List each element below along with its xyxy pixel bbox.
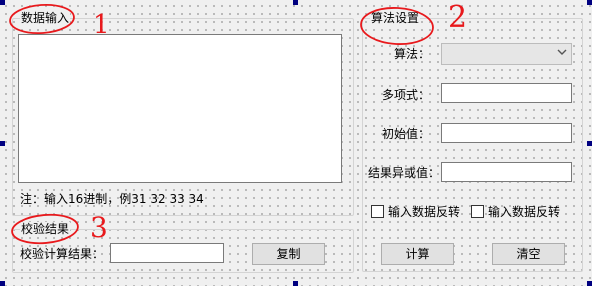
- input-hint: 注：输入16进制，例31 32 33 34: [20, 192, 204, 206]
- selection-handle-top-left[interactable]: [0, 0, 5, 5]
- init-value-input[interactable]: [441, 123, 572, 143]
- selection-handle-mid-left[interactable]: [0, 141, 5, 146]
- selection-handle-top-right[interactable]: [587, 0, 592, 5]
- init-value-label: 初始值：: [381, 127, 430, 141]
- reflect-output-label[interactable]: 输入数据反转: [488, 205, 560, 219]
- algorithm-label: 算法：: [393, 47, 430, 61]
- polynomial-input[interactable]: [441, 83, 572, 103]
- algo-group-title: 算法设置: [370, 11, 421, 25]
- selection-handle-mid-right[interactable]: [587, 141, 592, 146]
- xor-out-input[interactable]: [441, 162, 572, 182]
- result-label: 校验计算结果：: [20, 247, 105, 261]
- polynomial-label: 多项式：: [381, 88, 430, 102]
- reflect-input-checkbox[interactable]: [371, 205, 384, 218]
- input-group-title: 数据输入: [20, 11, 71, 25]
- selection-handle-bottom-mid[interactable]: [293, 281, 298, 286]
- result-group-title: 校验结果: [20, 222, 71, 236]
- reflect-input-label[interactable]: 输入数据反转: [388, 205, 460, 219]
- data-input-textarea[interactable]: [18, 34, 342, 183]
- chevron-down-icon[interactable]: [557, 46, 567, 60]
- selection-handle-top-mid[interactable]: [293, 0, 298, 5]
- result-output[interactable]: [110, 243, 224, 263]
- selection-handle-bottom-right[interactable]: [587, 281, 592, 286]
- xor-out-label: 结果异或值：: [368, 166, 441, 180]
- calc-button[interactable]: 计算: [381, 243, 454, 265]
- selection-handle-bottom-left[interactable]: [0, 281, 5, 286]
- copy-button[interactable]: 复制: [252, 243, 325, 265]
- reflect-output-checkbox[interactable]: [471, 205, 484, 218]
- algorithm-combobox[interactable]: [441, 43, 572, 65]
- clear-button[interactable]: 清空: [492, 243, 565, 265]
